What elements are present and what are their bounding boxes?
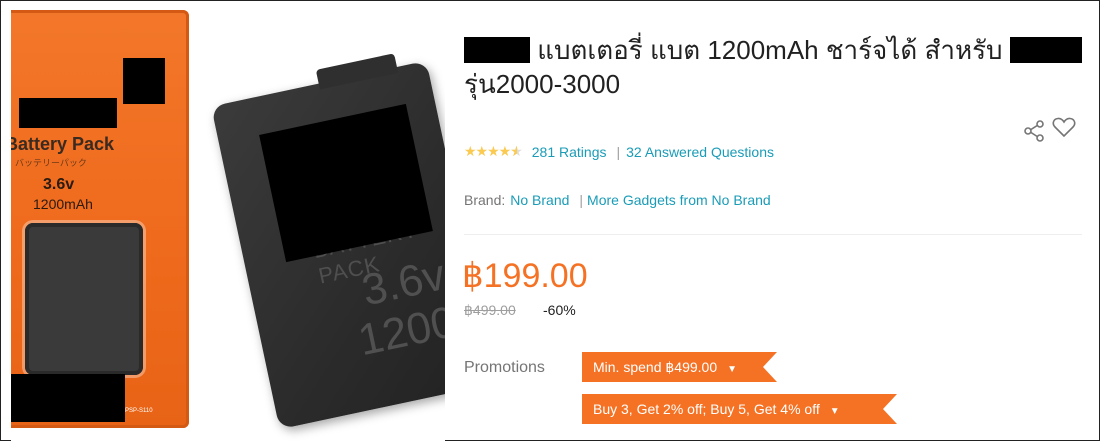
pack-title: Battery Pack <box>11 134 115 154</box>
redaction-box <box>19 98 117 128</box>
pack-subtitle: バッテリーパック <box>15 158 87 168</box>
caret-down-icon: ▼ <box>727 364 738 375</box>
discount-percent: -60% <box>543 302 576 318</box>
pack-voltage: 3.6v <box>43 176 75 193</box>
promotion-tag[interactable]: Buy 3, Get 2% off; Buy 5, Get 4% off ▼ <box>582 394 897 424</box>
star-rating-icon: ★★★★★ ★ <box>464 143 523 159</box>
pack-code: PSP-S110 <box>125 408 153 414</box>
title-text: แบตเตอรี่ แบต 1200mAh ชาร์จได้ สำหรับ <box>537 35 1003 65</box>
promotion-text: Min. spend ฿499.00 <box>593 359 718 375</box>
separator: | <box>579 192 584 208</box>
brand-label: Brand: <box>464 192 506 208</box>
heart-icon[interactable] <box>1052 116 1076 145</box>
promotion-text: Buy 3, Get 2% off; Buy 5, Get 4% off <box>593 401 820 417</box>
redaction-box <box>1009 37 1082 63</box>
brand-link[interactable]: No Brand <box>510 192 569 208</box>
pack-blister <box>25 223 143 375</box>
brand-row: Brand: No Brand | More Gadgets from No B… <box>464 192 771 208</box>
ratings-link[interactable]: 281 Ratings <box>532 144 607 160</box>
redaction-box <box>11 374 125 422</box>
promotion-tag[interactable]: Min. spend ฿499.00 ▼ <box>582 352 777 382</box>
share-icon[interactable] <box>1023 120 1045 148</box>
more-gadgets-link[interactable]: More Gadgets from No Brand <box>587 192 771 208</box>
redaction-box <box>464 37 530 63</box>
title-text-line2: รุ่น2000-3000 <box>464 69 621 99</box>
answered-questions-link[interactable]: 32 Answered Questions <box>626 144 774 160</box>
divider <box>464 234 1082 235</box>
original-price: ฿499.00 <box>464 302 516 318</box>
sale-price: ฿199.00 <box>462 257 588 295</box>
separator: | <box>616 143 621 160</box>
promotions-label: Promotions <box>464 359 545 376</box>
product-title: แบตเตอรี่ แบต 1200mAh ชาร์จได้ สำหรับ รุ… <box>464 33 1094 101</box>
redaction-box <box>123 58 165 104</box>
pack-capacity: 1200mAh <box>33 196 93 212</box>
product-image[interactable]: Battery Pack バッテリーパック 3.6v 1200mAh PSP-S… <box>11 10 445 443</box>
caret-down-icon: ▼ <box>829 406 840 417</box>
rating-row: ★★★★★ ★ 281 Ratings | 32 Answered Questio… <box>464 143 774 160</box>
battery-notch <box>315 53 399 90</box>
